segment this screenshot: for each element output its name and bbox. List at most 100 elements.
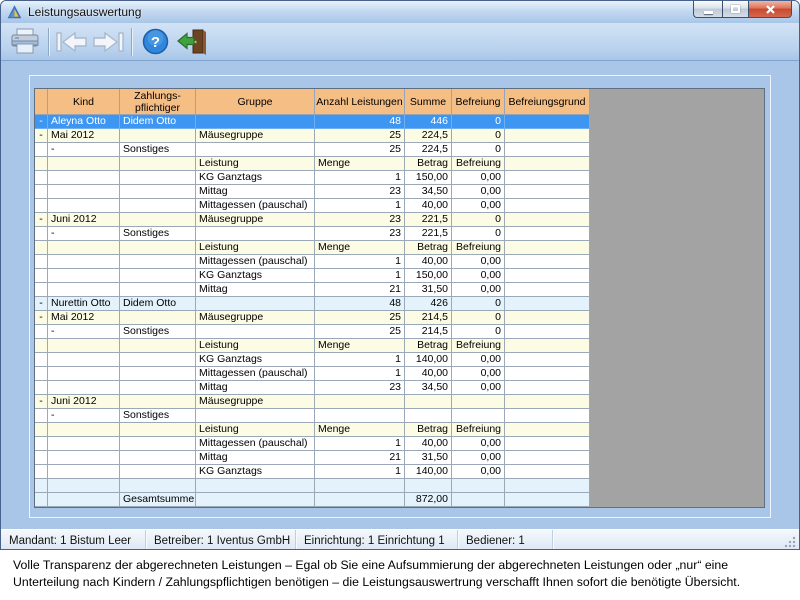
table-cell[interactable]: Mäusegruppe bbox=[196, 129, 315, 143]
table-cell[interactable]: Juni 2012 bbox=[48, 395, 120, 409]
table-cell[interactable]: 0 bbox=[452, 311, 505, 325]
table-cell[interactable]: 446 bbox=[405, 115, 452, 129]
table-cell[interactable] bbox=[505, 325, 590, 339]
table-cell[interactable] bbox=[35, 255, 48, 269]
table-cell[interactable]: 23 bbox=[315, 227, 405, 241]
table-cell[interactable] bbox=[505, 339, 590, 353]
table-cell[interactable]: Sonstiges bbox=[120, 143, 196, 157]
table-row[interactable]: -Sonstiges25224,50 bbox=[35, 143, 590, 157]
table-cell[interactable]: Nurettin Otto bbox=[48, 297, 120, 311]
table-cell[interactable] bbox=[505, 157, 590, 171]
table-cell[interactable]: Befreiung bbox=[452, 157, 505, 171]
table-row[interactable]: -Sonstiges bbox=[35, 409, 590, 423]
table-row[interactable]: -Mai 2012Mäusegruppe25214,50 bbox=[35, 311, 590, 325]
table-cell[interactable]: 1 bbox=[315, 465, 405, 479]
table-cell[interactable]: 48 bbox=[315, 297, 405, 311]
table-cell[interactable] bbox=[120, 381, 196, 395]
table-cell[interactable] bbox=[120, 283, 196, 297]
table-cell[interactable]: 426 bbox=[405, 297, 452, 311]
table-cell[interactable]: Sonstiges bbox=[120, 325, 196, 339]
table-cell[interactable]: - bbox=[48, 325, 120, 339]
table-cell[interactable] bbox=[48, 423, 120, 437]
table-row[interactable]: -Sonstiges25214,50 bbox=[35, 325, 590, 339]
table-cell[interactable] bbox=[505, 199, 590, 213]
table-cell[interactable] bbox=[48, 185, 120, 199]
table-cell[interactable] bbox=[505, 465, 590, 479]
table-cell[interactable] bbox=[405, 395, 452, 409]
table-cell[interactable]: - bbox=[48, 227, 120, 241]
table-cell[interactable]: 25 bbox=[315, 325, 405, 339]
table-cell[interactable]: 31,50 bbox=[405, 283, 452, 297]
table-cell[interactable]: 1 bbox=[315, 199, 405, 213]
table-cell[interactable] bbox=[505, 297, 590, 311]
table-cell[interactable] bbox=[505, 185, 590, 199]
table-cell[interactable] bbox=[405, 479, 452, 493]
column-header-zahlungspflichtiger[interactable]: Zahlungs- pflichtiger bbox=[120, 89, 196, 115]
table-cell[interactable] bbox=[196, 227, 315, 241]
table-row[interactable]: -Sonstiges 23221,50 bbox=[35, 227, 590, 241]
table-cell[interactable]: Didem Otto bbox=[120, 297, 196, 311]
table-cell[interactable] bbox=[505, 227, 590, 241]
table-row[interactable]: Mittag2334,500,00 bbox=[35, 185, 590, 199]
table-cell[interactable]: 0,00 bbox=[452, 451, 505, 465]
print-button[interactable] bbox=[7, 26, 43, 58]
table-row[interactable]: KG Ganztags1150,000,00 bbox=[35, 171, 590, 185]
table-cell[interactable] bbox=[505, 283, 590, 297]
table-cell[interactable]: Befreiung bbox=[452, 241, 505, 255]
table-cell[interactable]: - bbox=[48, 143, 120, 157]
table-cell[interactable]: 31,50 bbox=[405, 451, 452, 465]
table-cell[interactable] bbox=[48, 479, 120, 493]
table-cell[interactable] bbox=[48, 283, 120, 297]
table-cell[interactable]: Mittag bbox=[196, 185, 315, 199]
table-cell[interactable] bbox=[35, 227, 48, 241]
table-cell[interactable] bbox=[196, 493, 315, 507]
table-cell[interactable]: 140,00 bbox=[405, 465, 452, 479]
table-cell[interactable]: 0 bbox=[452, 213, 505, 227]
table-cell[interactable]: 0 bbox=[452, 227, 505, 241]
table-cell[interactable] bbox=[196, 325, 315, 339]
expand-collapse-marker[interactable]: - bbox=[35, 297, 48, 311]
table-row[interactable]: Mittagessen (pauschal)140,000,00 bbox=[35, 437, 590, 451]
table-cell[interactable] bbox=[35, 451, 48, 465]
table-cell[interactable] bbox=[505, 493, 590, 507]
table-cell[interactable] bbox=[196, 297, 315, 311]
table-cell[interactable] bbox=[405, 409, 452, 423]
column-header-befreiung[interactable]: Befreiung bbox=[452, 89, 505, 115]
table-cell[interactable] bbox=[505, 213, 590, 227]
column-header-expander[interactable] bbox=[35, 89, 48, 115]
resize-grip-icon[interactable] bbox=[783, 535, 797, 549]
table-cell[interactable]: Gesamtsumme bbox=[120, 493, 196, 507]
table-cell[interactable] bbox=[120, 255, 196, 269]
table-cell[interactable] bbox=[505, 367, 590, 381]
table-cell[interactable]: KG Ganztags bbox=[196, 171, 315, 185]
table-cell[interactable] bbox=[196, 115, 315, 129]
table-cell[interactable]: 0,00 bbox=[452, 465, 505, 479]
table-cell[interactable]: 224,5 bbox=[405, 143, 452, 157]
table-cell[interactable]: 40,00 bbox=[405, 199, 452, 213]
table-cell[interactable] bbox=[505, 353, 590, 367]
table-cell[interactable] bbox=[120, 353, 196, 367]
table-row[interactable]: -Aleyna OttoDidem Otto484460 bbox=[35, 115, 590, 129]
table-cell[interactable]: Menge bbox=[315, 157, 405, 171]
table-row[interactable]: Mittagessen (pauschal)140,000,00 bbox=[35, 255, 590, 269]
table-cell[interactable]: 40,00 bbox=[405, 255, 452, 269]
table-cell[interactable]: Mittagessen (pauschal) bbox=[196, 255, 315, 269]
title-bar[interactable]: Leistungsauswertung bbox=[1, 1, 799, 23]
table-cell[interactable]: 48 bbox=[315, 115, 405, 129]
table-cell[interactable]: 150,00 bbox=[405, 171, 452, 185]
minimize-button[interactable] bbox=[693, 1, 722, 18]
table-row[interactable]: LeistungMengeBetragBefreiung bbox=[35, 423, 590, 437]
table-cell[interactable] bbox=[505, 423, 590, 437]
table-cell[interactable]: 221,5 bbox=[405, 227, 452, 241]
table-cell[interactable]: 0 bbox=[452, 115, 505, 129]
table-cell[interactable]: 0,00 bbox=[452, 255, 505, 269]
table-cell[interactable] bbox=[315, 493, 405, 507]
table-cell[interactable]: 1 bbox=[315, 171, 405, 185]
column-header-summe[interactable]: Summe bbox=[405, 89, 452, 115]
table-cell[interactable] bbox=[48, 171, 120, 185]
table-cell[interactable]: Sonstiges bbox=[120, 227, 196, 241]
table-cell[interactable] bbox=[120, 479, 196, 493]
exit-button[interactable] bbox=[173, 26, 209, 58]
table-cell[interactable]: 0,00 bbox=[452, 269, 505, 283]
table-cell[interactable] bbox=[120, 451, 196, 465]
